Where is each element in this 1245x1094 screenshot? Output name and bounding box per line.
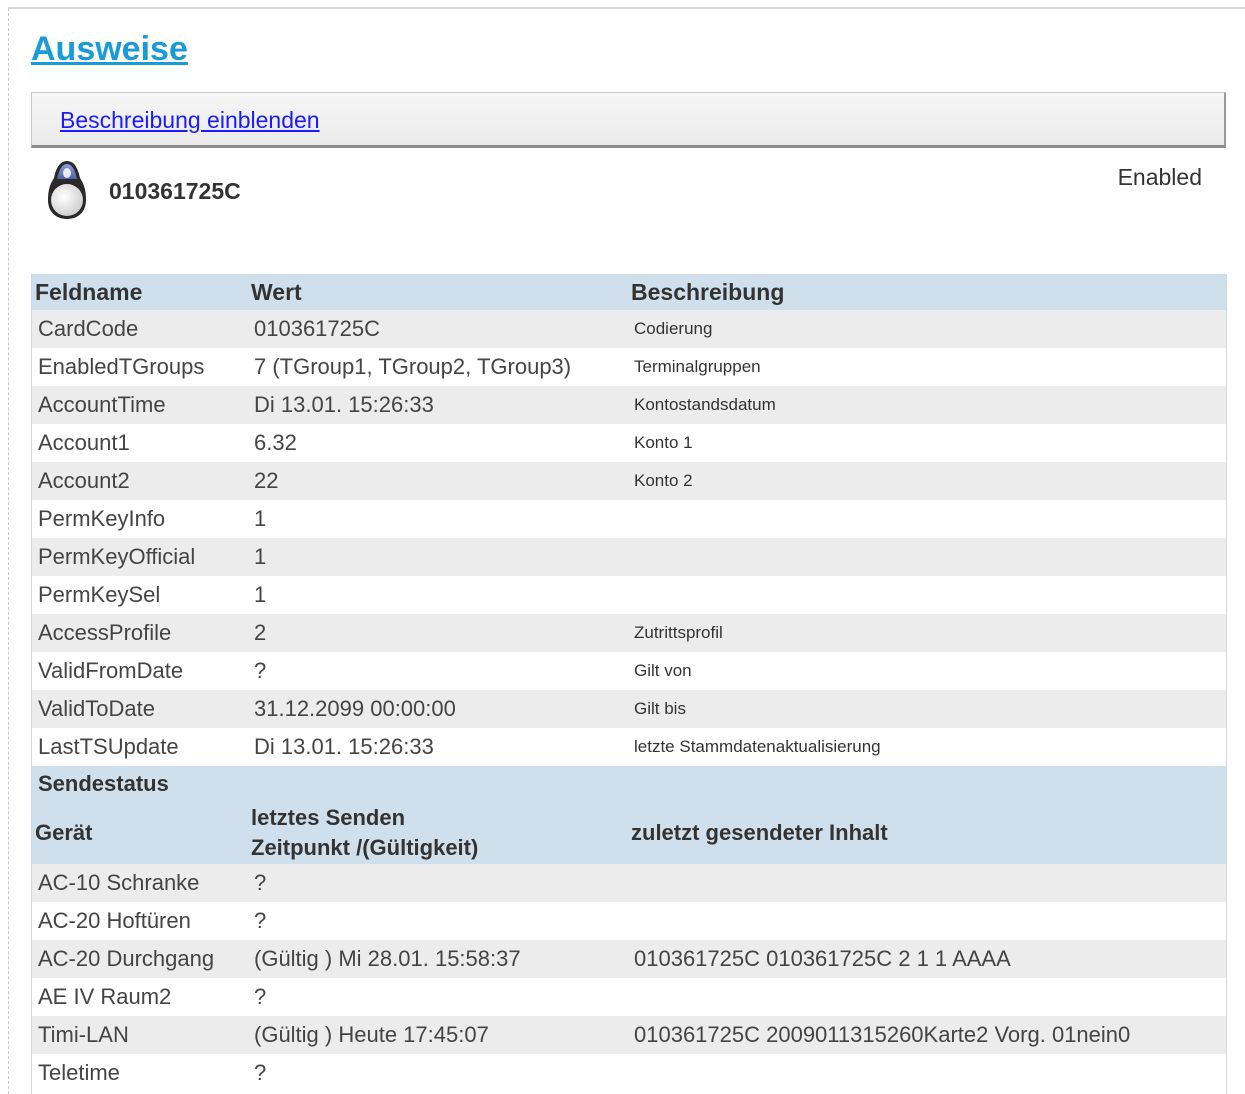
card-code: 010361725C	[109, 178, 241, 204]
device-name: AC-10 Schranke	[38, 870, 200, 895]
last-send-time: (Gültig ) Mi 28.01. 15:58:37	[254, 946, 521, 971]
header-last-send-line1: letztes Senden	[251, 805, 406, 830]
last-send-time: ?	[254, 1060, 267, 1085]
table-row: CardCode 010361725C Codierung	[32, 310, 1226, 348]
field-description: Zutrittsprofil	[634, 623, 723, 642]
table-row: Account1 6.32 Konto 1	[32, 424, 1226, 462]
field-value: 2	[254, 620, 267, 645]
page-title[interactable]: Ausweise	[31, 30, 188, 69]
section-title: Sendestatus	[38, 771, 169, 796]
card-status: Enabled	[1117, 164, 1202, 190]
field-description: Terminalgruppen	[634, 357, 761, 376]
send-status-section-header: Sendestatus	[32, 766, 1226, 802]
header-device: Gerät	[35, 820, 93, 845]
table-row: Account2 22 Konto 2	[32, 462, 1226, 500]
field-name: AccessProfile	[38, 620, 172, 645]
header-fieldname: Feldname	[35, 278, 143, 305]
table-row: AC-20 Durchgang (Gültig ) Mi 28.01. 15:5…	[32, 940, 1226, 978]
field-name: LastTSUpdate	[38, 734, 179, 759]
field-value: Di 13.01. 15:26:33	[254, 734, 434, 759]
header-last-send: letztes Senden Zeitpunkt /(Gültigkeit)	[251, 803, 627, 863]
last-sent-content: 010361725C 2009011315260Karte2 Vorg. 01n…	[634, 1022, 1131, 1047]
last-send-time: ?	[254, 984, 267, 1009]
field-description: Codierung	[634, 319, 713, 338]
table-row: PermKeyInfo 1	[32, 500, 1226, 538]
field-name: ValidFromDate	[38, 658, 184, 683]
device-name: AC-20 Hoftüren	[38, 908, 191, 933]
field-value: 31.12.2099 00:00:00	[254, 696, 456, 721]
send-table-header-row: Gerät letztes Senden Zeitpunkt /(Gültigk…	[32, 802, 1226, 864]
field-value: 22	[254, 468, 279, 493]
field-description: Konto 1	[634, 433, 693, 452]
field-description: Konto 2	[634, 471, 693, 490]
table-row: EnabledTGroups 7 (TGroup1, TGroup2, TGro…	[32, 348, 1226, 386]
field-value: Di 13.01. 15:26:33	[254, 392, 434, 417]
last-send-time: (Gültig ) Heute 17:45:07	[254, 1022, 489, 1047]
table-row: ValidToDate 31.12.2099 00:00:00 Gilt bis	[32, 690, 1226, 728]
frame-top-border	[8, 7, 1245, 9]
field-value: 7 (TGroup1, TGroup2, TGroup3)	[254, 354, 572, 379]
last-send-time: ?	[254, 908, 267, 933]
table-row: Timi-LAN (Gültig ) Heute 17:45:07 010361…	[32, 1016, 1226, 1054]
field-value: 1	[254, 582, 267, 607]
frame-left-border	[8, 8, 9, 1094]
last-sent-content: 010361725C 010361725C 2 1 1 AAAA	[634, 946, 1011, 971]
field-name: PermKeyInfo	[38, 506, 166, 531]
table-header-row: Feldname Wert Beschreibung	[32, 274, 1226, 310]
field-name: Account2	[38, 468, 130, 493]
table-row: AccountTime Di 13.01. 15:26:33 Kontostan…	[32, 386, 1226, 424]
header-last-send-line2: Zeitpunkt /(Gültigkeit)	[251, 835, 479, 860]
table-row: AE IV Raum2 ?	[32, 978, 1226, 1016]
field-value: 010361725C	[254, 316, 381, 341]
last-send-time: ?	[254, 870, 267, 895]
show-description-link[interactable]: Beschreibung einblenden	[60, 107, 320, 134]
header-description: Beschreibung	[631, 278, 785, 305]
field-name: PermKeyOfficial	[38, 544, 196, 569]
field-value: 6.32	[254, 430, 297, 455]
header-last-content: zuletzt gesendeter Inhalt	[631, 820, 888, 845]
field-value: ?	[254, 658, 267, 683]
device-name: AC-20 Durchgang	[38, 946, 215, 971]
table-row: Teletime ?	[32, 1054, 1226, 1092]
key-fob-icon	[48, 161, 86, 219]
table-row: AccessProfile 2 Zutrittsprofil	[32, 614, 1226, 652]
device-name: AE IV Raum2	[38, 984, 172, 1009]
field-value: 1	[254, 506, 267, 531]
table-row: PermKeyOfficial 1	[32, 538, 1226, 576]
field-name: EnabledTGroups	[38, 354, 205, 379]
field-description: letzte Stammdatenaktualisierung	[634, 737, 881, 756]
field-description: Gilt bis	[634, 699, 686, 718]
description-bar: Beschreibung einblenden	[31, 92, 1226, 148]
table-row: PermKeySel 1	[32, 576, 1226, 614]
device-name: Teletime	[38, 1060, 120, 1085]
field-name: ValidToDate	[38, 696, 155, 721]
table-row: AC-10 Schranke ?	[32, 864, 1226, 902]
table-row: ValidFromDate ? Gilt von	[32, 652, 1226, 690]
field-description: Kontostandsdatum	[634, 395, 776, 414]
field-name: AccountTime	[38, 392, 166, 417]
field-name: PermKeySel	[38, 582, 161, 607]
card-details-table: Feldname Wert Beschreibung CardCode 0103…	[31, 274, 1227, 1094]
header-value: Wert	[251, 278, 302, 305]
field-name: Account1	[38, 430, 130, 455]
table-row: LastTSUpdate Di 13.01. 15:26:33 letzte S…	[32, 728, 1226, 766]
field-description: Gilt von	[634, 661, 692, 680]
field-value: 1	[254, 544, 267, 569]
table-row: AC-20 Hoftüren ?	[32, 902, 1226, 940]
field-name: CardCode	[38, 316, 139, 341]
device-name: Timi-LAN	[38, 1022, 129, 1047]
